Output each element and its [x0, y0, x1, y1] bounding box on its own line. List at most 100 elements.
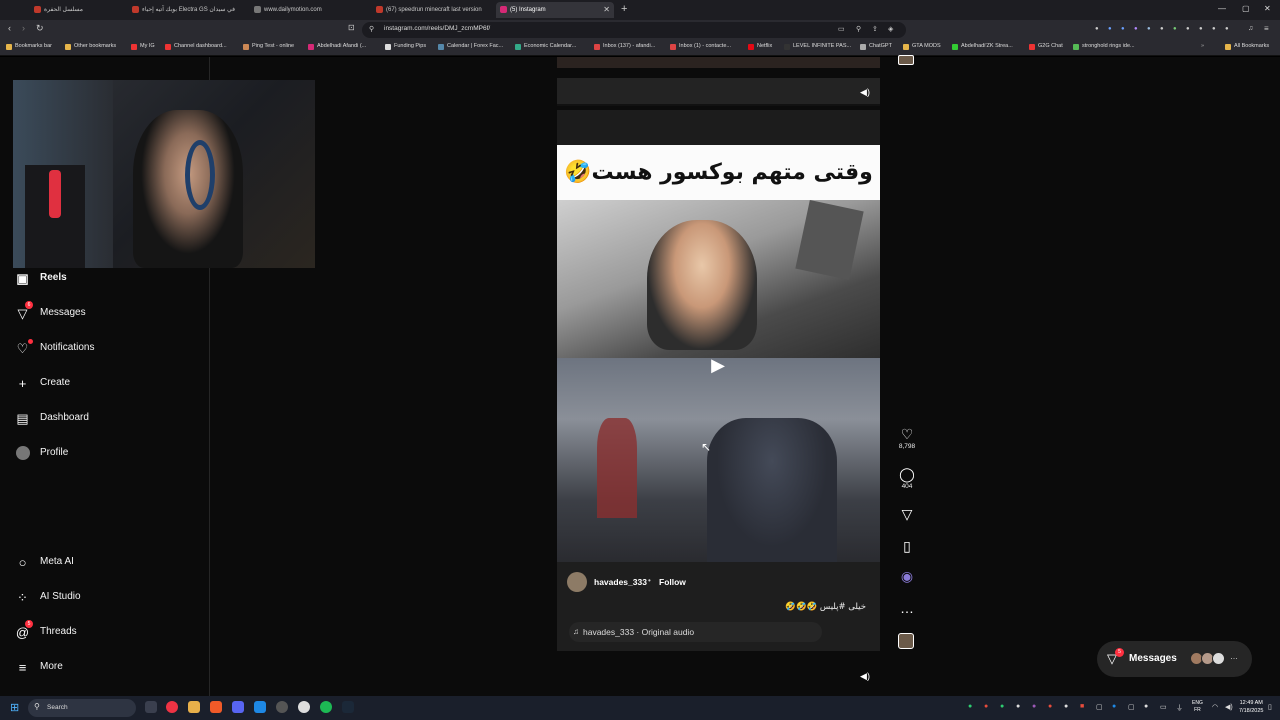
comment-button[interactable]: ◯ 404	[897, 466, 917, 490]
reel-video[interactable]: وقتی متهم بوکسور هست🤣 ▶ havades_333 • Fo…	[557, 110, 880, 651]
bookmark[interactable]: stronghold rings ide...	[1073, 43, 1135, 50]
bookmark-folder[interactable]: All Bookmarks	[1225, 43, 1269, 50]
sidebar-item-create[interactable]: + Create	[15, 375, 70, 395]
discord-icon[interactable]	[232, 701, 244, 713]
system-clock[interactable]: 12:49 AM 7/18/2025	[1239, 699, 1263, 715]
avatar[interactable]	[567, 572, 587, 592]
sidebar-item-reels[interactable]: ▣ Reels	[15, 270, 66, 290]
original-audio-link[interactable]: ♫ havades_333 · Original audio	[569, 622, 822, 642]
notification-center-icon[interactable]: ▯	[1268, 703, 1272, 711]
steam-tray-icon[interactable]: ●	[1144, 703, 1148, 710]
sidebar-item-notifications[interactable]: ♡ Notifications	[15, 339, 94, 360]
like-button[interactable]: ♡ 8,798	[897, 426, 917, 450]
bookmark[interactable]: Netflix	[748, 43, 772, 50]
app-icon[interactable]	[276, 701, 288, 713]
minimize-icon[interactable]: —	[1218, 4, 1226, 13]
bookmark[interactable]: LEVEL INFINITE PAS...	[784, 43, 851, 50]
wifi-icon[interactable]: ◠	[1212, 703, 1218, 711]
sidebar-item-meta-ai[interactable]: ○ Meta AI	[15, 554, 74, 574]
shield-icon[interactable]: ◈	[888, 25, 893, 33]
messages-pill[interactable]: ▽ 5 Messages …	[1097, 641, 1252, 677]
back-icon[interactable]: ‹	[8, 23, 11, 33]
bookmark[interactable]: ChatGPT	[860, 43, 892, 50]
bookmark[interactable]: Economic Calendar...	[515, 43, 576, 50]
new-tab-icon[interactable]: +	[621, 3, 627, 15]
extension-icon[interactable]: ●	[1121, 26, 1125, 32]
tray-icon[interactable]: ▭	[1160, 703, 1167, 711]
bookmark[interactable]: Ping Test - online	[243, 43, 294, 50]
extension-icon[interactable]: ●	[1212, 26, 1216, 32]
browser-tab[interactable]: www.dailymotion.com	[250, 2, 368, 18]
browser-tab-active[interactable]: (5) Instagram ✕	[496, 2, 614, 18]
reel-description[interactable]: خیلی #پلیس 🤣🤣🤣	[785, 602, 866, 612]
maximize-icon[interactable]: ▢	[1242, 4, 1250, 13]
extension-icon[interactable]: ●	[1199, 26, 1203, 32]
tiktok-icon[interactable]	[145, 701, 157, 713]
audio-thumbnail[interactable]	[898, 633, 914, 649]
sidebar-item-messages[interactable]: ▽ 6 Messages	[15, 301, 86, 325]
volume-icon[interactable]: ◀)	[858, 85, 872, 99]
bookmark[interactable]: Abdelhadi Afandi (...	[308, 43, 366, 50]
sidebar-item-dashboard[interactable]: ▤ Dashboard	[15, 410, 89, 430]
tray-icon[interactable]: ●	[1048, 703, 1052, 710]
share-button[interactable]: ▽	[897, 506, 917, 522]
app-icon[interactable]	[254, 701, 266, 713]
extension-icon[interactable]: ●	[1108, 26, 1112, 32]
screenshot-icon[interactable]: ▭	[838, 25, 845, 33]
bookmark[interactable]: Inbox (1) - contacte...	[670, 43, 731, 50]
app-icon[interactable]	[166, 701, 178, 713]
bookmark[interactable]: G2G Chat	[1029, 43, 1063, 50]
steam-icon[interactable]	[342, 701, 354, 713]
browser-tab[interactable]: بوبك آتيه إحياء Electra GS في سيدان	[128, 2, 248, 18]
close-tab-icon[interactable]: ✕	[603, 2, 610, 18]
site-info-icon[interactable]: ⚲	[369, 25, 374, 33]
usb-icon[interactable]: ⏚	[1176, 703, 1183, 713]
tray-icon[interactable]: ●	[1112, 703, 1116, 710]
bookmarks-overflow-icon[interactable]: »	[1201, 43, 1204, 49]
window-close-icon[interactable]: ✕	[1264, 4, 1271, 13]
playlist-icon[interactable]: ♫	[1248, 25, 1253, 32]
volume-icon[interactable]: ◀)	[858, 669, 872, 683]
bookmark[interactable]: Abdelhadi'ZK Strea...	[952, 43, 1013, 50]
more-options-button[interactable]: …	[897, 600, 917, 616]
save-button[interactable]: ▯	[897, 538, 917, 554]
volume-icon[interactable]: ◀)	[1225, 703, 1233, 711]
bookmark-folder[interactable]: Bookmarks bar	[6, 43, 52, 50]
taskbar-search[interactable]	[28, 699, 136, 717]
menu-icon[interactable]: ≡	[1264, 24, 1269, 33]
extension-icon[interactable]: ●	[1147, 26, 1151, 32]
bookmark[interactable]: Channel dashboard...	[165, 43, 227, 50]
extension-icon[interactable]: ●	[1225, 26, 1229, 32]
forward-icon[interactable]: ›	[22, 23, 25, 33]
bookmark-page-icon[interactable]: ⊡	[348, 23, 355, 32]
extension-icon[interactable]: ●	[1095, 26, 1099, 32]
follow-button[interactable]: Follow	[659, 577, 686, 587]
tray-icon[interactable]: ▢	[1128, 703, 1135, 711]
browser-tab[interactable]: (67) speedrun minecraft last version	[372, 2, 494, 18]
tray-icon[interactable]: ▢	[1096, 703, 1103, 711]
play-icon[interactable]: ▶	[695, 350, 741, 380]
extension-icon[interactable]: ●	[1173, 26, 1177, 32]
tray-icon[interactable]: ●	[1064, 703, 1068, 710]
tray-icon[interactable]: ●	[1000, 703, 1004, 710]
windows-start-icon[interactable]: ⊞	[10, 701, 19, 714]
sidebar-item-ai-studio[interactable]: ⁘ AI Studio	[15, 589, 81, 609]
tray-icon[interactable]: ●	[1016, 703, 1020, 710]
clock-app-icon[interactable]	[298, 701, 310, 713]
tray-icon[interactable]: ●	[968, 703, 972, 710]
browser-tab[interactable]: مسلسل الحفرة	[30, 2, 130, 18]
tray-icon[interactable]: ●	[1032, 703, 1036, 710]
bookmark[interactable]: Calendar | Forex Fac...	[438, 43, 503, 50]
extension-icon[interactable]: ●	[1186, 26, 1190, 32]
reload-icon[interactable]: ↻	[36, 23, 44, 34]
bookmark[interactable]: Funding Pips	[385, 43, 426, 50]
reel-username[interactable]: havades_333	[594, 577, 647, 587]
bookmark[interactable]: My IG	[131, 43, 155, 50]
tray-icon[interactable]: ■	[1080, 703, 1084, 710]
bookmark[interactable]: Inbox (137) - afandi...	[594, 43, 655, 50]
previous-audio-thumb[interactable]	[898, 55, 914, 65]
tray-icon[interactable]: ●	[984, 703, 988, 710]
brave-browser-icon[interactable]	[210, 701, 222, 713]
remix-button[interactable]: ◉	[897, 568, 917, 584]
bookmark-folder[interactable]: GTA MODS	[903, 43, 941, 50]
